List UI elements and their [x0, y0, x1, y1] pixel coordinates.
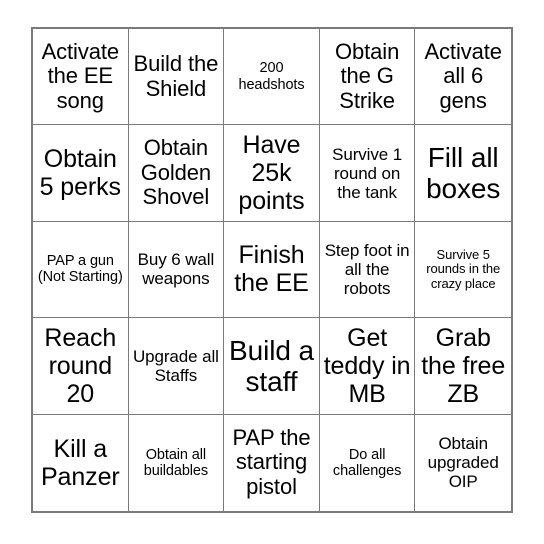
- bingo-cell-r3c3[interactable]: Finish the EE: [224, 221, 320, 319]
- bingo-cell-r2c2[interactable]: Obtain Golden Shovel: [128, 125, 225, 222]
- bingo-cell-r1c2[interactable]: Build the Shield: [128, 29, 225, 126]
- bingo-cell-label: Have 25k points: [238, 131, 305, 216]
- bingo-card: Activate the EE song Build the Shield 200 …: [31, 27, 513, 513]
- bingo-cell-r3c2[interactable]: Buy 6 wall weapons: [128, 221, 225, 319]
- bingo-cell-label: Get teddy in MB: [323, 323, 411, 408]
- bingo-cell-label: PAP the starting pistol: [232, 424, 311, 500]
- bingo-cell-r4c4[interactable]: Get teddy in MB: [319, 318, 416, 415]
- bingo-cell-label: Finish the EE: [234, 241, 309, 298]
- bingo-cell-r3c5[interactable]: Survive 5 rounds in the crazy place: [415, 221, 511, 319]
- bingo-cell-label: Upgrade all Staffs: [132, 346, 219, 385]
- bingo-cell-r2c5[interactable]: Fill all boxes: [415, 125, 511, 222]
- bingo-cell-label: Kill a Panzer: [40, 434, 120, 491]
- bingo-cell-label: Build a staff: [229, 334, 314, 397]
- bingo-cell-label: Buy 6 wall weapons: [137, 250, 215, 289]
- bingo-cell-label: Obtain upgraded OIP: [427, 434, 499, 492]
- bingo-cell-label: Grab the free ZB: [421, 323, 506, 408]
- bingo-cell-r3c1[interactable]: PAP a gun (Not Starting): [33, 221, 129, 319]
- bingo-cell-r2c4[interactable]: Survive 1 round on the tank: [319, 125, 416, 222]
- bingo-cell-label: Build the Shield: [133, 51, 219, 101]
- bingo-cell-r5c1[interactable]: Kill a Panzer: [33, 414, 129, 511]
- bingo-cell-label: Step foot in all the robots: [324, 240, 410, 298]
- bingo-cell-r4c5[interactable]: Grab the free ZB: [415, 318, 511, 415]
- bingo-cell-r5c2[interactable]: Obtain all buildables: [128, 414, 225, 511]
- bingo-cell-label: Obtain Golden Shovel: [140, 135, 212, 210]
- bingo-cell-r1c5[interactable]: Activate all 6 gens: [415, 29, 511, 126]
- bingo-cell-label: 200 headshots: [238, 60, 305, 93]
- bingo-cell-r1c3[interactable]: 200 headshots: [224, 29, 320, 126]
- bingo-cell-label: Do all challenges: [332, 446, 402, 479]
- bingo-cell-r4c2[interactable]: Upgrade all Staffs: [128, 318, 225, 415]
- bingo-cell-label: PAP a gun (Not Starting): [37, 253, 123, 286]
- bingo-cell-label: Activate all 6 gens: [424, 38, 502, 113]
- bingo-cell-label: Survive 1 round on the tank: [332, 144, 403, 202]
- bingo-cell-label: Obtain 5 perks: [39, 145, 121, 202]
- bingo-cell-r1c1[interactable]: Activate the EE song: [33, 29, 129, 126]
- bingo-cell-r1c4[interactable]: Obtain the G Strike: [319, 29, 416, 126]
- bingo-cell-r4c3[interactable]: Build a staff: [224, 318, 320, 415]
- bingo-cell-label: Obtain all buildables: [143, 446, 209, 479]
- bingo-cell-r5c3[interactable]: PAP the starting pistol: [224, 414, 320, 511]
- bingo-cell-r5c5[interactable]: Obtain upgraded OIP: [415, 414, 511, 511]
- bingo-cell-label: Survive 5 rounds in the crazy place: [426, 246, 501, 291]
- bingo-cell-r4c1[interactable]: Reach round 20: [33, 318, 129, 415]
- bingo-cell-r5c4[interactable]: Do all challenges: [319, 414, 416, 511]
- bingo-cell-label: Obtain the G Strike: [334, 38, 400, 113]
- bingo-cell-label: Reach round 20: [44, 323, 117, 408]
- bingo-cell-label: Activate the EE song: [41, 38, 120, 113]
- bingo-cell-r2c3[interactable]: Have 25k points: [224, 125, 320, 222]
- bingo-cell-r3c4[interactable]: Step foot in all the robots: [319, 221, 416, 319]
- bingo-cell-r2c1[interactable]: Obtain 5 perks: [33, 125, 129, 222]
- bingo-cell-label: Fill all boxes: [426, 141, 501, 205]
